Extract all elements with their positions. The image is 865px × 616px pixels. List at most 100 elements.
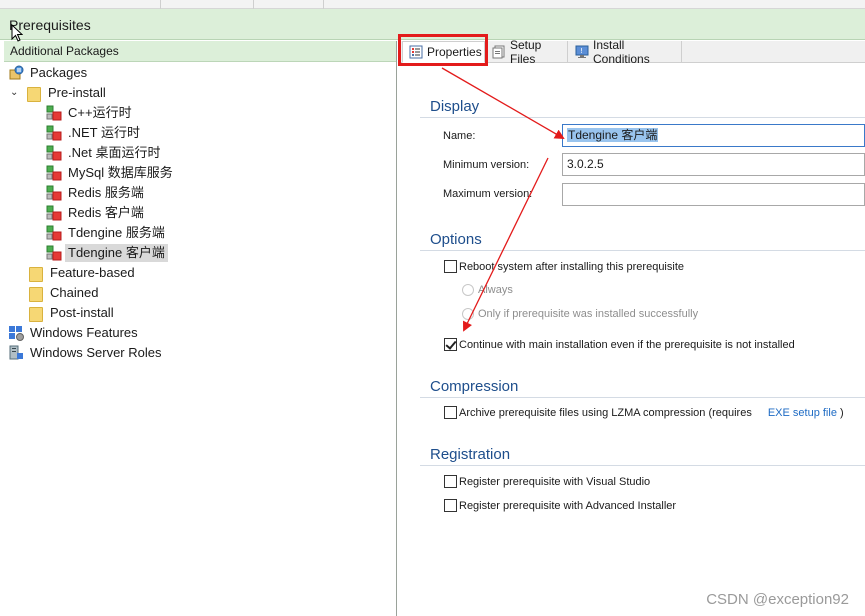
tree-item-dotnet-runtime[interactable]: .NET 运行时: [46, 123, 143, 143]
prerequisite-icon: [46, 205, 62, 221]
tree-item-label: Redis 服务端: [68, 185, 144, 200]
tree-item-dotnet-desktop-runtime[interactable]: .Net 桌面运行时: [46, 143, 163, 163]
min-version-label: Minimum version:: [443, 159, 530, 171]
tree-item-windows-features[interactable]: Windows Features: [8, 323, 141, 343]
section-divider: [420, 250, 865, 251]
archive-label: Archive prerequisite files using LZMA co…: [459, 406, 752, 419]
section-title-compression: Compression: [430, 378, 519, 395]
continue-label: Continue with main installation even if …: [459, 338, 795, 351]
tree-item-label: Pre-install: [48, 85, 106, 100]
prerequisite-icon: [46, 165, 62, 181]
section-divider: [420, 465, 865, 466]
panel-header: Additional Packages: [4, 41, 396, 62]
packages-panel: Additional Packages Packages ⌄ Pre-insta…: [4, 41, 397, 616]
tree-item-cpp-runtime[interactable]: C++运行时: [46, 103, 135, 123]
reboot-checkbox[interactable]: [444, 260, 457, 273]
tree-item-label: Chained: [50, 285, 99, 300]
tree-item-label: .Net 桌面运行时: [68, 145, 161, 160]
tab-label: Install Conditions: [593, 38, 650, 66]
register-vs-label: Register prerequisite with Visual Studio: [459, 475, 651, 488]
tree-item-mysql-service[interactable]: MySql 数据库服务: [46, 163, 176, 183]
server-roles-icon: [8, 345, 24, 361]
tree-item-label: Post-install: [50, 305, 114, 320]
chevron-down-icon[interactable]: ⌄: [10, 83, 26, 103]
tree-item-label: C++运行时: [68, 105, 132, 120]
tree-item-tdengine-client[interactable]: Tdengine 客户端: [46, 243, 168, 263]
prerequisite-icon: [46, 225, 62, 241]
section-divider: [420, 397, 865, 398]
continue-option[interactable]: Continue with main installation even if …: [444, 338, 795, 351]
ribbon-separator: [253, 0, 254, 9]
reboot-always-option: Always: [462, 284, 513, 296]
name-label: Name:: [443, 130, 476, 142]
tree-item-label: Feature-based: [50, 265, 135, 280]
register-ai-label: Register prerequisite with Advanced Inst…: [459, 499, 677, 512]
ribbon-remnant: [0, 0, 865, 9]
tree-item-tdengine-server[interactable]: Tdengine 服务端: [46, 223, 168, 243]
mouse-cursor-icon: [11, 24, 23, 42]
tree-item-label: .NET 运行时: [68, 125, 140, 140]
folder-icon: [28, 265, 43, 282]
register-ai-option[interactable]: Register prerequisite with Advanced Inst…: [444, 499, 676, 512]
tree-item-redis-client[interactable]: Redis 客户端: [46, 203, 147, 223]
register-vs-checkbox[interactable]: [444, 475, 457, 488]
tree-item-chained[interactable]: Chained: [28, 283, 101, 303]
prerequisite-icon: [46, 145, 62, 161]
prerequisite-icon: [46, 125, 62, 141]
max-version-field[interactable]: [562, 183, 865, 206]
tree-item-label: MySql 数据库服务: [68, 165, 173, 180]
reboot-label: Reboot system after installing this prer…: [459, 260, 684, 273]
tab-install-conditions[interactable]: ! Install Conditions: [569, 38, 682, 66]
only-if-radio: [462, 308, 474, 320]
tree-item-redis-server[interactable]: Redis 服务端: [46, 183, 147, 203]
tree-item-label: Windows Features: [30, 325, 138, 340]
max-version-label: Maximum version:: [443, 188, 533, 200]
ribbon-separator: [160, 0, 161, 9]
tree-item-label: Windows Server Roles: [30, 345, 162, 360]
setup-files-icon: [492, 45, 505, 59]
always-radio: [462, 284, 474, 296]
tree-item-label: Redis 客户端: [68, 205, 144, 220]
tree-item-label: Tdengine 客户端: [65, 244, 168, 262]
reboot-option[interactable]: Reboot system after installing this prer…: [444, 260, 684, 273]
section-title-registration: Registration: [430, 446, 511, 463]
continue-checkbox[interactable]: [444, 338, 457, 351]
annotation-highlight-box: [398, 34, 488, 66]
tree-item-windows-server-roles[interactable]: Windows Server Roles: [8, 343, 165, 363]
reboot-only-if-option: Only if prerequisite was installed succe…: [462, 308, 698, 320]
always-label: Always: [478, 284, 513, 296]
name-field[interactable]: Tdengine 客户端: [562, 124, 865, 147]
section-divider: [420, 117, 865, 118]
name-value: Tdengine 客户端: [567, 128, 659, 142]
tab-label: Setup Files: [510, 38, 542, 66]
archive-suffix: ): [839, 406, 844, 419]
only-if-label: Only if prerequisite was installed succe…: [478, 308, 699, 320]
archive-option[interactable]: Archive prerequisite files using LZMA co…: [444, 406, 844, 419]
folder-icon: [26, 85, 41, 102]
prerequisite-icon: [46, 185, 62, 201]
section-title-options: Options: [430, 231, 482, 248]
tree-item-post-install[interactable]: Post-install: [28, 303, 117, 323]
tree-item-label: Packages: [30, 65, 88, 80]
section-title-display: Display: [430, 98, 480, 115]
windows-features-icon: [8, 325, 24, 341]
tree-item-label: Tdengine 服务端: [68, 225, 165, 240]
register-ai-checkbox[interactable]: [444, 499, 457, 512]
watermark: CSDN @exception92: [706, 591, 849, 608]
prerequisite-icon: [46, 105, 62, 121]
tab-setup-files[interactable]: Setup Files: [486, 38, 568, 66]
exe-setup-file-link[interactable]: EXE setup file: [768, 407, 837, 419]
folder-icon: [28, 285, 43, 302]
archive-checkbox[interactable]: [444, 406, 457, 419]
ribbon-separator: [323, 0, 324, 9]
folder-icon: [28, 305, 43, 322]
min-version-field[interactable]: 3.0.2.5: [562, 153, 865, 176]
install-conditions-icon: !: [575, 45, 589, 58]
tree-item-pre-install[interactable]: ⌄ Pre-install: [10, 83, 109, 103]
prerequisite-icon: [46, 245, 62, 261]
tree-item-packages[interactable]: Packages: [8, 63, 90, 83]
svg-text:!: !: [580, 47, 583, 55]
tree-item-feature-based[interactable]: Feature-based: [28, 263, 138, 283]
register-vs-option[interactable]: Register prerequisite with Visual Studio: [444, 475, 650, 488]
packages-icon: [8, 65, 24, 81]
